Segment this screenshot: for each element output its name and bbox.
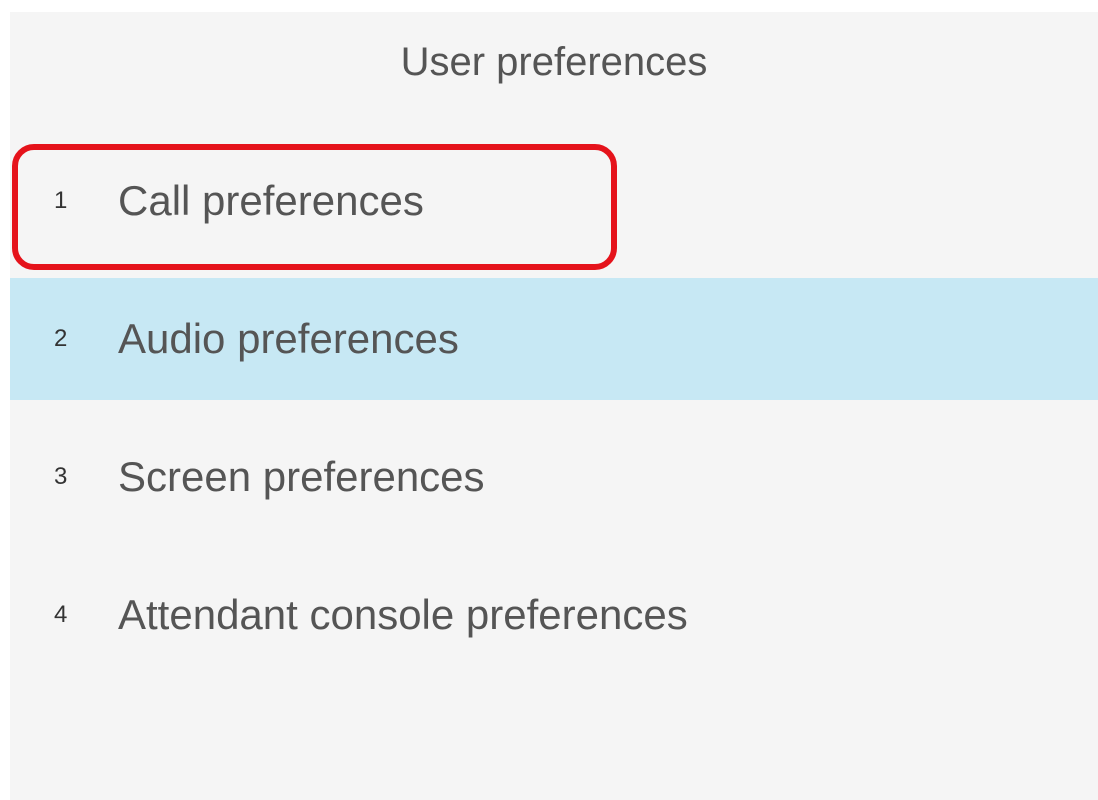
menu-item-label: Attendant console preferences xyxy=(118,591,688,638)
menu-item-label: Screen preferences xyxy=(118,453,485,500)
menu-item-number: 2 xyxy=(54,325,68,352)
preferences-menu: 1 Call preferences 2 Audio preferences 3… xyxy=(10,140,1098,692)
menu-item-label: Call preferences xyxy=(118,177,424,224)
menu-item-screen-preferences[interactable]: 3 Screen preferences xyxy=(10,416,1098,538)
phone-screen: User preferences 1 Call preferences 2 Au… xyxy=(10,12,1098,800)
menu-item-attendant-console-preferences[interactable]: 4 Attendant console preferences xyxy=(10,554,1098,676)
menu-item-number: 3 xyxy=(54,463,68,490)
menu-item-number: 4 xyxy=(54,601,68,628)
menu-item-call-preferences[interactable]: 1 Call preferences xyxy=(10,140,1098,262)
menu-item-audio-preferences[interactable]: 2 Audio preferences xyxy=(10,278,1098,400)
menu-item-label: Audio preferences xyxy=(118,315,459,362)
menu-item-number: 1 xyxy=(54,187,68,214)
page-title: User preferences xyxy=(400,39,708,84)
